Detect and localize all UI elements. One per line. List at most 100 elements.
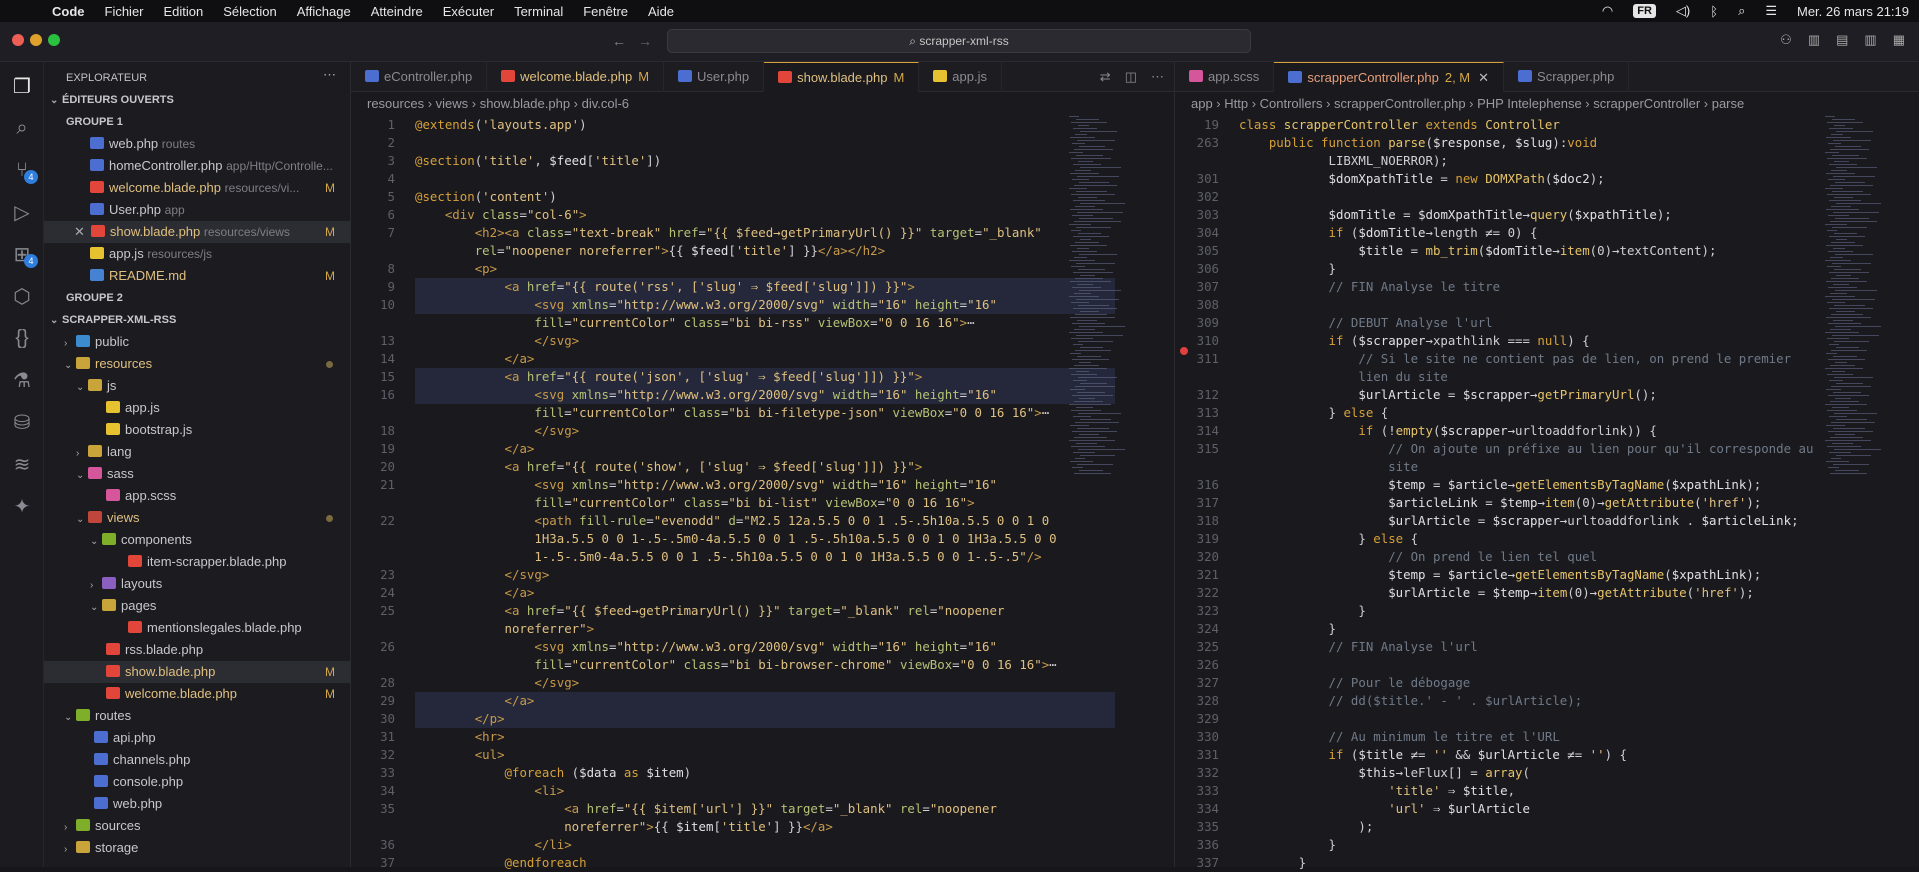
menu-executer[interactable]: Exécuter (443, 4, 494, 19)
left-minimap[interactable] (1069, 116, 1125, 856)
tree-appscss[interactable]: app.scss (44, 485, 351, 507)
open-file-web-php[interactable]: web.php routes (44, 133, 351, 155)
close-icon[interactable]: ✕ (1478, 70, 1489, 85)
control-center-icon[interactable]: ☰ (1765, 3, 1777, 19)
run-debug-icon[interactable]: ▷ (6, 196, 38, 228)
minimap-line (1070, 461, 1093, 462)
tab-appjs[interactable]: app.js (919, 62, 1002, 92)
minimize-window-button[interactable] (30, 34, 42, 46)
customize-layout-icon[interactable]: ▦ (1893, 32, 1905, 48)
tree-show[interactable]: show.blade.php M (44, 661, 351, 683)
tree-welcome[interactable]: welcome.blade.php M (44, 683, 351, 705)
menu-edition[interactable]: Edition (164, 4, 204, 19)
tree-api[interactable]: api.php (44, 727, 351, 749)
open-editors-header[interactable]: ⌄ ÉDITEURS OUVERTS (44, 89, 351, 111)
open-file-show[interactable]: ✕ show.blade.php resources/views M (44, 221, 351, 243)
database-icon[interactable]: ⛁ (6, 406, 38, 438)
minimap-line (1828, 179, 1845, 180)
tree-sass[interactable]: ⌄ sass (44, 463, 351, 485)
menu-affichage[interactable]: Affichage (297, 4, 351, 19)
tree-rss[interactable]: rss.blade.php (44, 639, 351, 661)
open-file-welcome[interactable]: welcome.blade.php resources/vi... M (44, 177, 351, 199)
left-tab-bar: eController.php welcome.blade.php M User.… (351, 62, 1174, 92)
toggle-primary-sidebar-icon[interactable]: ▥ (1808, 32, 1820, 48)
tree-appjs[interactable]: app.js (44, 397, 351, 419)
menu-app[interactable]: Code (52, 4, 85, 19)
tree-pages[interactable]: ⌄ pages (44, 595, 351, 617)
tree-components[interactable]: ⌄ components (44, 529, 351, 551)
clock[interactable]: Mer. 26 mars 21:19 (1797, 4, 1909, 19)
tree-storage[interactable]: › storage (44, 837, 351, 859)
source-control-icon[interactable]: ⑂ 4 (6, 154, 38, 186)
extensions-icon[interactable]: ⊞ 4 (6, 238, 38, 270)
tree-lang[interactable]: › lang (44, 441, 351, 463)
menu-atteindre[interactable]: Atteindre (371, 4, 423, 19)
tab-show[interactable]: show.blade.php M (764, 62, 920, 92)
bluetooth-icon[interactable]: ᛒ (1710, 4, 1718, 19)
open-file-appjs[interactable]: app.js resources/js (44, 243, 351, 265)
tree-public[interactable]: › public (44, 331, 351, 353)
toggle-panel-icon[interactable]: ▤ (1836, 32, 1848, 48)
project-header[interactable]: ⌄ SCRAPPER-XML-RSS (44, 309, 351, 331)
layers-icon[interactable]: ≋ (6, 448, 38, 480)
testing-icon[interactable]: ⚗ (6, 364, 38, 396)
open-file-readme[interactable]: README.md M (44, 265, 351, 287)
back-arrow-icon[interactable]: ← (612, 33, 626, 49)
more-actions-icon[interactable]: ⋯ (323, 67, 336, 83)
close-icon[interactable]: ✕ (74, 224, 85, 239)
menu-fenetre[interactable]: Fenêtre (583, 4, 628, 19)
tree-bootstrapjs[interactable]: bootstrap.js (44, 419, 351, 441)
breadcrumb[interactable]: resources › views › show.blade.php › div… (367, 94, 629, 114)
tree-js[interactable]: ⌄ js (44, 375, 351, 397)
command-center-search[interactable]: ⌕ scrapper-xml-rss (667, 29, 1251, 53)
tree-console[interactable]: console.php (44, 771, 351, 793)
json-icon[interactable]: {} (6, 322, 38, 354)
input-source-badge[interactable]: FR (1633, 4, 1656, 18)
compare-icon[interactable]: ⇄ (1100, 62, 1111, 92)
tab-homecontroller[interactable]: eController.php (351, 62, 488, 92)
tree-routes[interactable]: ⌄ routes (44, 705, 351, 727)
tab-appscss[interactable]: app.scss (1175, 62, 1275, 92)
wifi-icon[interactable]: ◠ (1602, 3, 1613, 19)
menu-selection[interactable]: Sélection (223, 4, 276, 19)
tab-scrapper[interactable]: Scrapper.php (1504, 62, 1630, 92)
tab-welcome[interactable]: welcome.blade.php M (487, 62, 665, 92)
tree-label: views (107, 510, 140, 525)
containers-icon[interactable]: ⬡ (6, 280, 38, 312)
split-editor-icon[interactable]: ◫ (1125, 62, 1137, 92)
open-file-user[interactable]: User.php app (44, 199, 351, 221)
toggle-secondary-sidebar-icon[interactable]: ▥ (1864, 32, 1876, 48)
close-window-button[interactable] (12, 34, 24, 46)
minimap-line (1828, 143, 1841, 144)
tree-item-scrapper[interactable]: item-scrapper.blade.php (44, 551, 351, 573)
tree-sources[interactable]: › sources (44, 815, 351, 837)
menu-aide[interactable]: Aide (648, 4, 674, 19)
minimap-line (1071, 266, 1085, 267)
tree-views[interactable]: ⌄ views (44, 507, 351, 529)
tree-channels[interactable]: channels.php (44, 749, 351, 771)
sparkle-icon[interactable]: ✦ (6, 490, 38, 522)
tab-user[interactable]: User.php (664, 62, 765, 92)
menu-terminal[interactable]: Terminal (514, 4, 563, 19)
tree-resources[interactable]: ⌄ resources (44, 353, 351, 375)
minimap-line (1072, 323, 1105, 324)
tree-label: bootstrap.js (125, 422, 193, 437)
open-file-homecontroller[interactable]: homeController.php app/Http/Controlle... (44, 155, 351, 177)
menu-fichier[interactable]: Fichier (105, 4, 144, 19)
search-icon[interactable]: ⌕ (1738, 3, 1745, 19)
tree-mentionslegales[interactable]: mentionslegales.blade.php (44, 617, 351, 639)
tab-scrappercontroller[interactable]: scrapperController.php 2, M ✕ (1274, 62, 1505, 92)
copilot-icon[interactable]: ⚇ (1780, 32, 1792, 48)
search-view-icon[interactable]: ⌕ (6, 112, 38, 144)
volume-icon[interactable]: ◁) (1676, 3, 1690, 19)
tree-layouts[interactable]: › layouts (44, 573, 351, 595)
tree-web[interactable]: web.php (44, 793, 351, 815)
line-number: 8 (387, 261, 395, 276)
forward-arrow-icon[interactable]: → (638, 33, 652, 49)
explorer-icon[interactable]: ❐ (6, 70, 38, 102)
right-minimap[interactable] (1825, 116, 1881, 856)
minimap-line (1834, 233, 1857, 234)
breadcrumb[interactable]: app › Http › Controllers › scrapperContr… (1191, 94, 1744, 114)
zoom-window-button[interactable] (48, 34, 60, 46)
more-actions-icon[interactable]: ⋯ (1151, 62, 1164, 92)
